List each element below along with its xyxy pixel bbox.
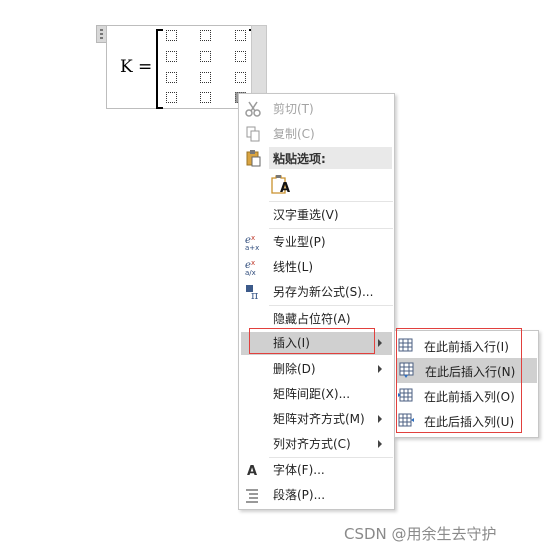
paste-keep-text-button[interactable]: A xyxy=(270,173,292,197)
matrix-left-bracket xyxy=(156,29,163,109)
copy-icon xyxy=(246,126,260,142)
matrix-placeholder[interactable] xyxy=(235,51,246,62)
scissors-icon xyxy=(245,101,261,117)
paste-options-label: 粘贴选项: xyxy=(273,152,326,166)
menu-item-label: 矩阵对齐方式(M) xyxy=(273,412,365,426)
equation-options-tab[interactable] xyxy=(251,25,267,95)
annotation-highlight-insert xyxy=(249,328,375,354)
svg-text:x: x xyxy=(251,259,255,267)
context-menu: 剪切(T) 复制(C) 粘贴选项: A 汉字重选(V) e x a+x 专业型(… xyxy=(238,93,395,510)
menu-item-linear[interactable]: e x a/x 线性(L) xyxy=(239,255,394,280)
equation-box[interactable]: K = xyxy=(106,25,256,109)
menu-item-label: 矩阵间距(X)... xyxy=(273,387,351,401)
paste-text-letter: A xyxy=(280,181,291,196)
menu-separator xyxy=(269,305,393,306)
matrix-placeholder[interactable] xyxy=(235,30,246,41)
menu-item-label: 剪切(T) xyxy=(273,102,314,116)
svg-text:a/x: a/x xyxy=(245,269,256,276)
submenu-arrow-icon xyxy=(378,415,382,423)
menu-item-label: 另存为新公式(S)... xyxy=(273,285,374,299)
submenu-arrow-icon xyxy=(378,365,382,373)
menu-item-professional[interactable]: e x a+x 专业型(P) xyxy=(239,230,394,255)
menu-separator xyxy=(269,201,393,202)
menu-item-label: 汉字重选(V) xyxy=(273,208,339,222)
equation-equals-sign: = xyxy=(138,57,153,77)
matrix-placeholder[interactable] xyxy=(200,51,211,62)
submenu-arrow-icon xyxy=(378,339,382,347)
paragraph-icon xyxy=(246,489,258,503)
menu-item-matrix-spacing[interactable]: 矩阵间距(X)... xyxy=(239,382,394,407)
menu-item-label: 隐藏占位符(A) xyxy=(273,312,351,326)
matrix-placeholder[interactable] xyxy=(200,92,211,103)
menu-item-label: 字体(F)... xyxy=(273,463,325,477)
menu-item-label: 复制(C) xyxy=(273,127,315,141)
menu-item-label: 专业型(P) xyxy=(273,235,326,249)
menu-item-copy[interactable]: 复制(C) xyxy=(239,122,394,147)
professional-format-icon: e x a+x xyxy=(245,234,259,251)
menu-item-delete[interactable]: 删除(D) xyxy=(239,357,394,382)
submenu-arrow-icon xyxy=(378,440,382,448)
menu-item-matrix-alignment[interactable]: 矩阵对齐方式(M) xyxy=(239,407,394,432)
menu-item-save-as-new-equation[interactable]: π 另存为新公式(S)... xyxy=(239,280,394,305)
matrix-placeholder[interactable] xyxy=(200,30,211,41)
svg-text:a+x: a+x xyxy=(245,244,259,251)
save-equation-icon: π xyxy=(246,285,258,301)
matrix-placeholder[interactable] xyxy=(200,72,211,83)
matrix-placeholder[interactable] xyxy=(166,30,177,41)
matrix-placeholder[interactable] xyxy=(166,51,177,62)
menu-item-label: 删除(D) xyxy=(273,362,316,376)
menu-item-label: 列对齐方式(C) xyxy=(273,437,351,451)
menu-item-paragraph[interactable]: 段落(P)... xyxy=(239,483,394,508)
svg-text:A: A xyxy=(247,464,257,479)
menu-item-font[interactable]: A 字体(F)... xyxy=(239,458,394,483)
menu-item-label: 段落(P)... xyxy=(273,488,326,502)
menu-item-reconvert[interactable]: 汉字重选(V) xyxy=(239,203,394,228)
matrix-placeholder[interactable] xyxy=(166,72,177,83)
menu-item-column-alignment[interactable]: 列对齐方式(C) xyxy=(239,432,394,457)
linear-format-icon: e x a/x xyxy=(245,259,256,276)
svg-text:x: x xyxy=(251,234,255,242)
menu-item-cut[interactable]: 剪切(T) xyxy=(239,97,394,122)
equation-variable: K xyxy=(120,57,133,77)
menu-separator xyxy=(269,228,393,229)
annotation-highlight-submenu xyxy=(396,328,522,433)
matrix-placeholder[interactable] xyxy=(235,72,246,83)
clipboard-icon xyxy=(246,150,261,167)
menu-item-label: 线性(L) xyxy=(273,260,314,274)
svg-text:π: π xyxy=(251,289,258,301)
font-icon: A xyxy=(247,464,257,479)
watermark: CSDN @用余生去守护 xyxy=(344,525,497,543)
matrix-placeholder[interactable] xyxy=(166,92,177,103)
